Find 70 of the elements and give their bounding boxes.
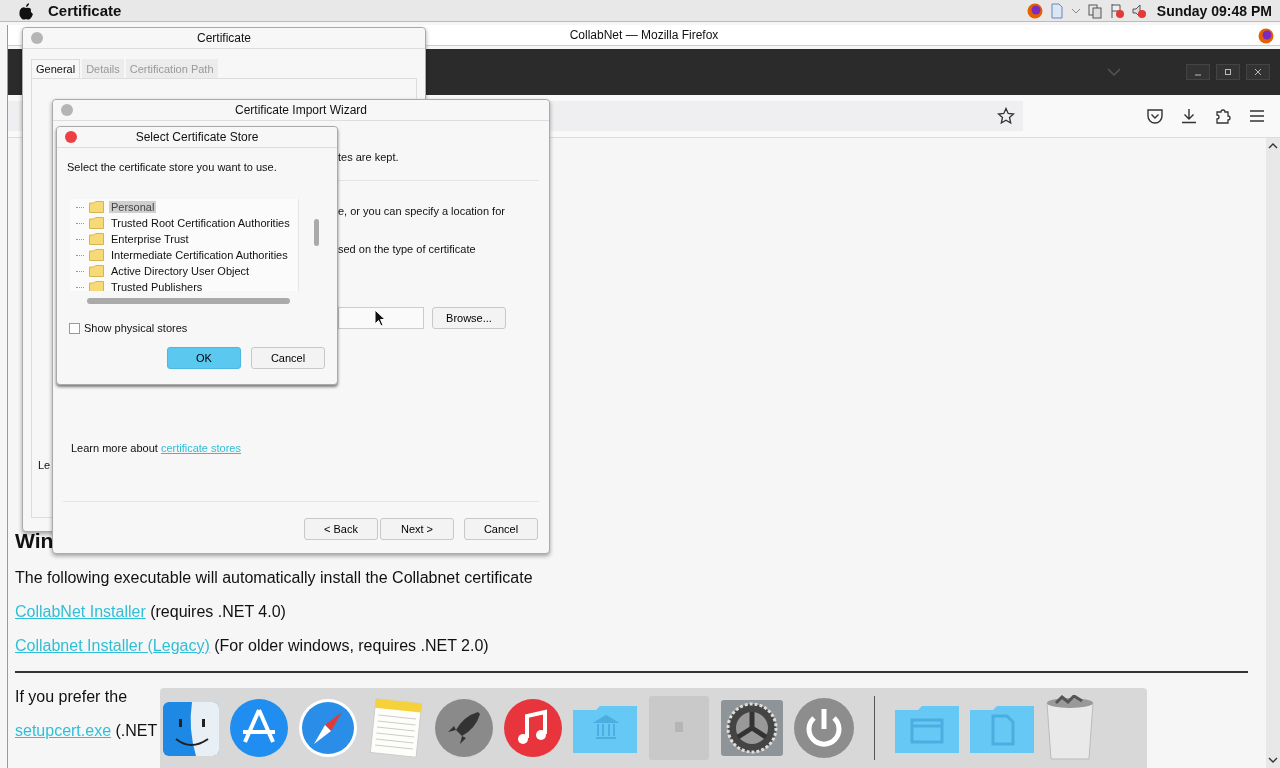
wizard-button[interactable]: Next > <box>380 518 454 540</box>
wizard-text: e, or you can specify a location for <box>338 205 505 217</box>
file-field[interactable] <box>338 307 424 329</box>
star-icon[interactable] <box>997 107 1015 125</box>
folder-icon <box>89 233 104 245</box>
finder-icon[interactable] <box>162 699 220 757</box>
pocket-icon[interactable] <box>1146 107 1164 125</box>
checkbox-label[interactable]: Show physical stores <box>84 322 188 334</box>
wizard-text: tes are kept. <box>338 151 399 163</box>
menu-icon[interactable] <box>1248 107 1266 125</box>
folder-icon <box>89 281 104 291</box>
mute-icon[interactable] <box>1130 2 1147 19</box>
cursor-icon <box>374 309 386 327</box>
clock[interactable]: Sunday 09:48 PM <box>1156 2 1272 19</box>
download-icon[interactable] <box>1180 107 1198 125</box>
tab[interactable]: General <box>31 59 81 78</box>
wizard-button[interactable]: < Back <box>304 518 378 540</box>
rocket-icon[interactable] <box>434 698 494 758</box>
store-item[interactable]: Intermediate Certification Authorities <box>109 249 290 261</box>
folder-icon <box>89 265 104 277</box>
close-button[interactable] <box>65 131 77 143</box>
music-note-icon[interactable] <box>503 698 563 758</box>
panel-text: Le <box>38 459 51 471</box>
store-item[interactable]: Personal <box>109 201 157 213</box>
store-item[interactable]: Active Directory User Object <box>109 265 252 277</box>
scrollbar-thumb[interactable] <box>314 219 319 246</box>
wizard-text: sed on the type of certificate <box>338 243 476 255</box>
dialog-title: Certificate Import Wizard <box>235 103 367 117</box>
page-text: If you prefer the <box>15 687 129 707</box>
puzzle-icon[interactable] <box>1214 107 1232 125</box>
app-store-icon[interactable] <box>229 698 289 758</box>
close-icon <box>1254 68 1262 76</box>
scrollbar[interactable] <box>1266 138 1280 768</box>
browser-icon[interactable] <box>1258 28 1274 44</box>
window-button[interactable] <box>61 104 73 116</box>
maximize-icon <box>1224 68 1232 76</box>
dialog-title: Select Certificate Store <box>135 130 259 144</box>
trash-icon[interactable] <box>1044 695 1096 761</box>
scrollbar-thumb[interactable] <box>87 298 290 304</box>
store-item[interactable]: Enterprise Trust <box>109 233 191 245</box>
dialog-button[interactable]: Cancel <box>251 347 325 369</box>
power-icon[interactable] <box>793 697 855 759</box>
app-name[interactable]: Certificate <box>48 2 122 19</box>
flag-icon[interactable] <box>1108 2 1125 19</box>
window-button[interactable] <box>31 32 43 44</box>
chevron-icon[interactable] <box>1106 67 1122 77</box>
link-note: (requires .NET 4.0) <box>150 603 286 620</box>
compass-icon[interactable] <box>298 698 358 758</box>
store-item[interactable]: Trusted Root Certification Authorities <box>109 217 292 229</box>
browser-icon[interactable] <box>1026 2 1043 19</box>
close-button[interactable] <box>1246 64 1270 80</box>
wizard-button[interactable]: Cancel <box>464 518 538 540</box>
settings-icon[interactable] <box>720 699 784 757</box>
minimize-button[interactable] <box>1186 64 1210 80</box>
folder-icon <box>89 201 104 213</box>
maximize-button[interactable] <box>1216 64 1240 80</box>
folder-icon <box>89 217 104 229</box>
link-note: (.NET <box>115 722 158 739</box>
page-text: The following executable will automatically install the Collabnet certificate <box>15 568 534 588</box>
checkbox[interactable] <box>69 322 80 334</box>
link-note: (For older windows, requires .NET 2.0) <box>214 637 489 654</box>
folder-icon <box>89 249 104 261</box>
learn-more-text: Learn more about certificate stores <box>71 442 241 454</box>
store-item[interactable]: Trusted Publishers <box>109 281 205 291</box>
dialog-button[interactable]: OK <box>167 347 241 369</box>
browse-button[interactable]: Browse... <box>432 307 506 329</box>
dialog-prompt: Select the certificate store you want to use. <box>67 161 277 173</box>
dialog-title: Certificate <box>197 31 251 45</box>
window-title: CollabNet — Mozilla Firefox <box>569 28 719 42</box>
apple-icon[interactable] <box>18 1 34 20</box>
